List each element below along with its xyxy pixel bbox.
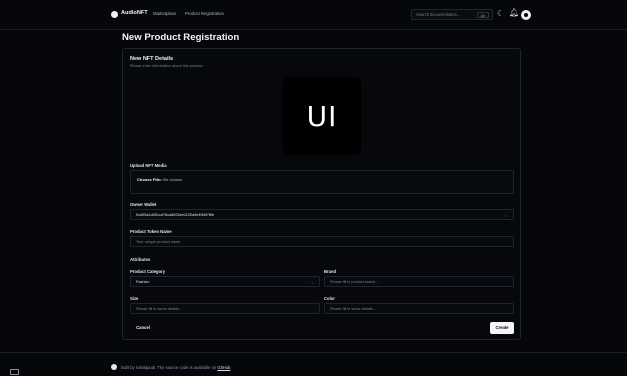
card-subtitle: Please enter information about this prod… — [130, 64, 204, 68]
owner-wallet-label: Owner Wallet — [130, 202, 157, 207]
top-navigation: AudioNFT Marketplace Product Registratio… — [0, 0, 627, 30]
nft-media-preview: UI — [283, 77, 361, 155]
footer-suffix: . — [230, 365, 232, 370]
logo-icon[interactable] — [111, 11, 118, 18]
product-category-label: Product Category — [130, 269, 166, 274]
file-status: No file chosen — [157, 177, 183, 182]
cancel-button[interactable]: Cancel — [130, 323, 156, 333]
token-name-input[interactable]: Your unique product name — [130, 236, 514, 247]
bell-icon[interactable]: 🔔︎ — [509, 8, 519, 17]
moon-icon[interactable]: ☾ — [497, 9, 504, 18]
window-icon — [10, 369, 19, 375]
color-input[interactable]: Please fill in some details... — [324, 303, 514, 314]
brand-input[interactable]: Please fill in product brand... — [324, 276, 514, 287]
avatar-icon[interactable] — [521, 10, 531, 20]
page-title: New Product Registration — [122, 32, 240, 43]
search-placeholder: Search documentation... — [416, 12, 461, 17]
owner-wallet-value: 0xd95a1d451cd78ca8633ee1120a5e4f6bf78fe — [136, 212, 215, 217]
upload-media-field[interactable]: Choose File No file chosen — [130, 170, 514, 194]
chevron-down-icon: ⌄ — [504, 212, 508, 217]
footer-description: Built by nabilapudi. The source code is … — [121, 365, 217, 370]
footer-text: Built by nabilapudi. The source code is … — [121, 365, 232, 370]
search-box[interactable]: Search documentation... ⌘K — [411, 9, 493, 20]
product-category-value: Fashion — [136, 279, 150, 284]
search-shortcut: ⌘K — [477, 12, 489, 18]
attributes-heading: Attributes — [130, 257, 151, 262]
footer-logo-icon — [111, 364, 117, 370]
card-title: New NFT Details — [130, 56, 174, 62]
size-input[interactable]: Please fill in some details... — [130, 303, 320, 314]
upload-label: Upload NFT Media — [130, 163, 167, 168]
brand-label: Brand — [324, 269, 337, 274]
brand-name[interactable]: AudioNFT — [121, 10, 148, 16]
owner-wallet-select[interactable]: 0xd95a1d451cd78ca8633ee1120a5e4f6bf78fe … — [130, 209, 514, 220]
nav-link-product-registration[interactable]: Product Registration — [185, 11, 224, 16]
product-category-select[interactable]: Fashion ⌄ — [130, 276, 320, 287]
color-placeholder: Please fill in some details... — [330, 306, 376, 311]
brand-placeholder: Please fill in product brand... — [330, 279, 378, 284]
footer: Built by nabilapudi. The source code is … — [0, 352, 627, 376]
color-label: Color — [324, 296, 335, 301]
chevron-down-icon: ⌄ — [310, 279, 314, 284]
create-button[interactable]: Create — [490, 322, 514, 334]
preview-text: UI — [306, 99, 338, 133]
nav-link-marketplace[interactable]: Marketplace — [153, 11, 176, 16]
size-label: Size — [130, 296, 139, 301]
github-link[interactable]: GitHub — [217, 365, 230, 370]
product-registration-form: New NFT Details Please enter information… — [122, 48, 521, 340]
token-name-label: Product Token Name — [130, 229, 172, 234]
size-placeholder: Please fill in some details... — [136, 306, 182, 311]
token-name-placeholder: Your unique product name — [136, 239, 181, 244]
